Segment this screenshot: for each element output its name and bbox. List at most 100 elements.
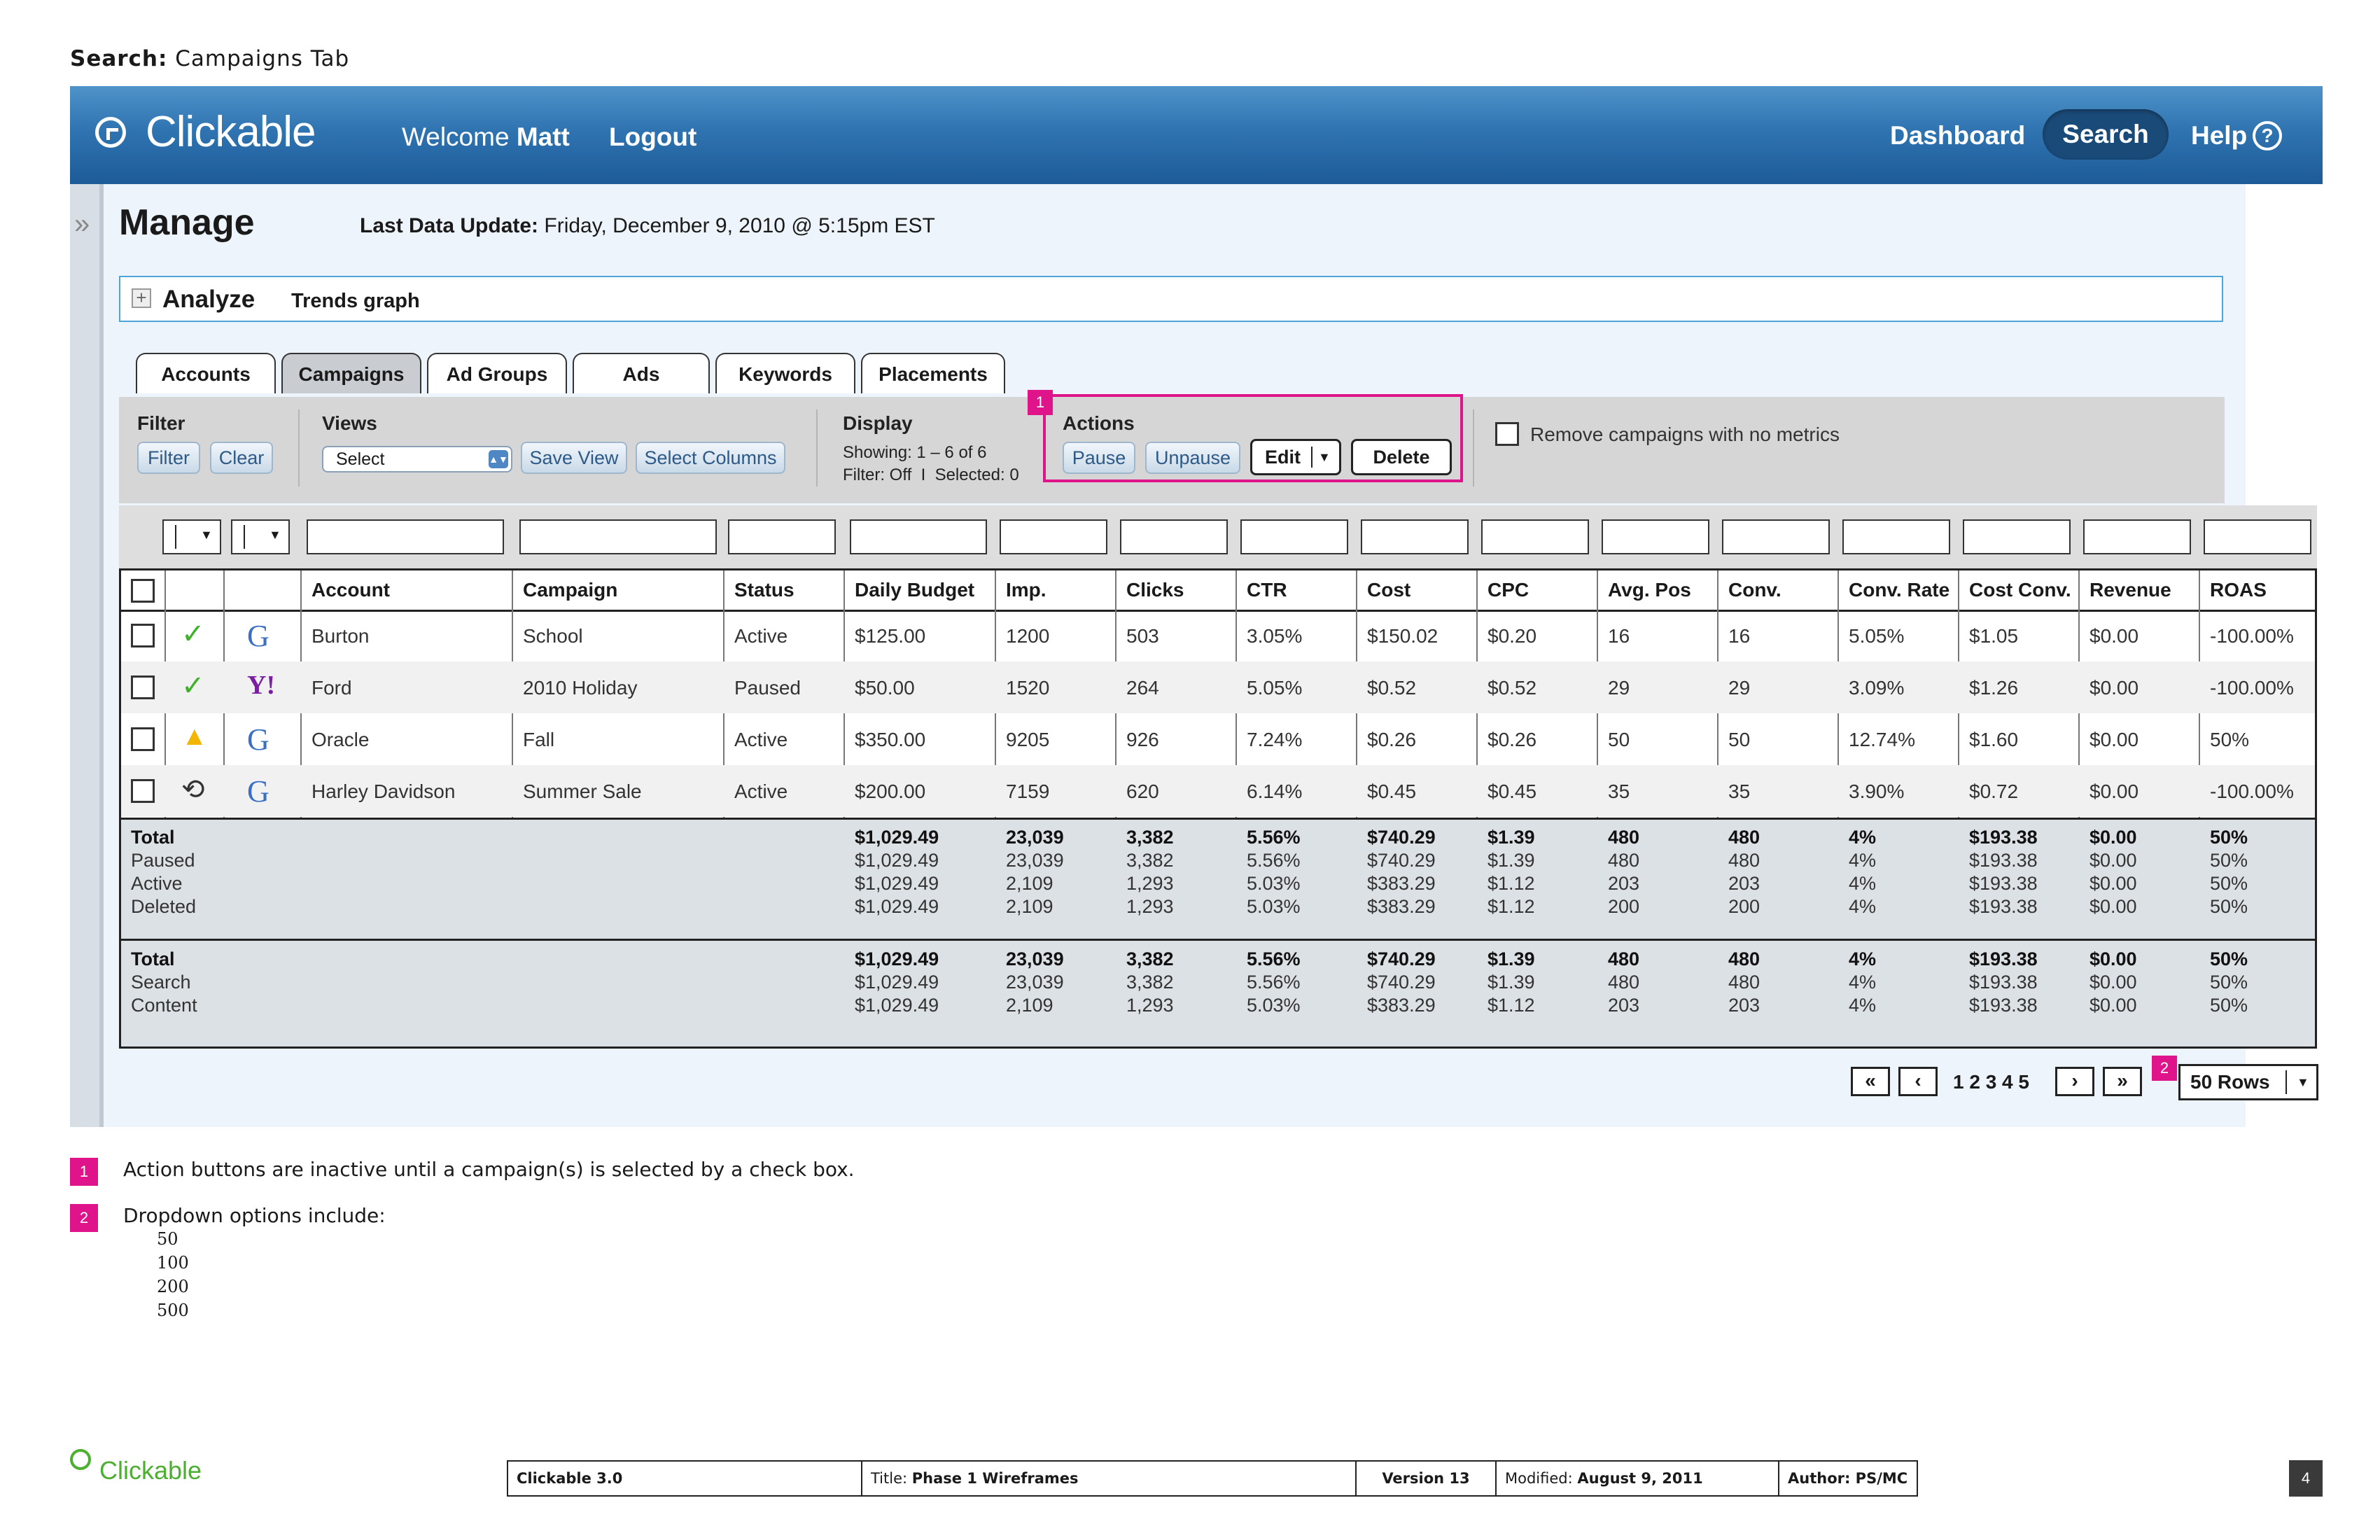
col-imp[interactable]: Imp.: [1006, 579, 1046, 601]
edit-dropdown[interactable]: Edit ▼: [1250, 439, 1341, 475]
account-filter-input[interactable]: [307, 519, 504, 554]
conv-rate-filter-input[interactable]: [1842, 519, 1950, 554]
save-view-button[interactable]: Save View: [521, 442, 627, 474]
delete-button[interactable]: Delete: [1351, 439, 1452, 475]
engine-filter-select[interactable]: ▼: [231, 519, 290, 554]
table-row[interactable]: ⟲ G Harley Davidson Summer Sale Active $200.0…: [121, 765, 2315, 817]
nav-help[interactable]: Help: [2191, 121, 2247, 150]
col-roas[interactable]: ROAS: [2210, 579, 2267, 601]
tab-campaigns[interactable]: Campaigns: [281, 353, 421, 393]
summary-cell: 203: [1728, 995, 1760, 1016]
clicks-filter-input[interactable]: [1120, 519, 1228, 554]
next-page-button[interactable]: ›: [2055, 1067, 2094, 1096]
col-status[interactable]: Status: [734, 579, 794, 601]
table-cell: 264: [1126, 677, 1159, 699]
status-filter-select[interactable]: ▼: [162, 519, 221, 554]
last-page-button[interactable]: »: [2103, 1067, 2142, 1096]
table-cell: -100.00%: [2210, 677, 2294, 699]
page-numbers[interactable]: 1 2 3 4 5: [1953, 1071, 2029, 1093]
col-clicks[interactable]: Clicks: [1126, 579, 1184, 601]
expand-sidebar-icon[interactable]: »: [74, 209, 90, 240]
conv-filter-input[interactable]: [1722, 519, 1830, 554]
col-cost-conv[interactable]: Cost Conv.: [1969, 579, 2071, 601]
revenue-filter-input[interactable]: [2083, 519, 2191, 554]
yahoo-icon: Y!: [247, 671, 276, 700]
row-checkbox[interactable]: [131, 624, 155, 648]
col-account[interactable]: Account: [312, 579, 390, 601]
app-logo[interactable]: Clickable: [146, 107, 316, 157]
pause-button[interactable]: Pause: [1063, 442, 1135, 474]
tab-keywords[interactable]: Keywords: [715, 353, 855, 393]
daily-budget-filter-input[interactable]: [850, 519, 987, 554]
table-row[interactable]: ✓ G Burton School Active $125.00 1200 503 3.05% $…: [121, 610, 2315, 662]
cost-filter-input[interactable]: [1361, 519, 1469, 554]
analyze-panel[interactable]: + Analyze Trends graph: [119, 276, 2223, 322]
table-cell: $1.05: [1969, 625, 2019, 647]
logout-link[interactable]: Logout: [609, 122, 696, 152]
table-cell[interactable]: Ford: [312, 677, 352, 699]
summary-cell: $740.29: [1367, 850, 1436, 871]
cost-conv-filter-input[interactable]: [1963, 519, 2071, 554]
table-cell[interactable]: Oracle: [312, 729, 369, 751]
col-ctr[interactable]: CTR: [1247, 579, 1287, 601]
clear-button[interactable]: Clear: [210, 442, 273, 474]
prev-page-button[interactable]: ‹: [1898, 1067, 1938, 1096]
display-label: Display: [843, 412, 913, 434]
nav-dashboard[interactable]: Dashboard: [1890, 121, 2025, 150]
summary-cell: 50%: [2210, 995, 2248, 1016]
rows-per-page-select[interactable]: 50 Rows ▼: [2178, 1064, 2318, 1100]
tab-accounts[interactable]: Accounts: [136, 353, 276, 393]
tab-ad-groups[interactable]: Ad Groups: [427, 353, 567, 393]
table-cell: 3.09%: [1849, 677, 1905, 699]
nav-search[interactable]: Search: [2043, 109, 2169, 160]
footer-author: Author: PS/MC: [1788, 1470, 1908, 1487]
select-all-checkbox[interactable]: [131, 579, 155, 603]
page-heading: Search: Campaigns Tab: [70, 46, 350, 71]
filter-button[interactable]: Filter: [137, 442, 200, 474]
col-daily-budget[interactable]: Daily Budget: [855, 579, 974, 601]
col-conv[interactable]: Conv.: [1728, 579, 1782, 601]
col-campaign[interactable]: Campaign: [523, 579, 617, 601]
table-cell[interactable]: School: [523, 625, 583, 648]
row-checkbox[interactable]: [131, 779, 155, 803]
table-row[interactable]: ▲ G Oracle Fall Active $350.00 9205 926 7.24% $0.…: [121, 713, 2315, 765]
col-cost[interactable]: Cost: [1367, 579, 1410, 601]
col-avg-pos[interactable]: Avg. Pos: [1608, 579, 1691, 601]
row-checkbox[interactable]: [131, 676, 155, 699]
expand-plus-icon[interactable]: +: [132, 288, 151, 308]
col-revenue[interactable]: Revenue: [2090, 579, 2171, 601]
table-cell[interactable]: 2010 Holiday: [523, 677, 637, 699]
table-cell[interactable]: Fall: [523, 729, 554, 751]
avg-pos-filter-input[interactable]: [1602, 519, 1709, 554]
imp-filter-input[interactable]: [1000, 519, 1107, 554]
help-icon[interactable]: ?: [2253, 121, 2282, 150]
select-columns-button[interactable]: Select Columns: [636, 442, 785, 474]
table-cell[interactable]: Harley Davidson: [312, 780, 455, 803]
summary-label: Paused: [131, 850, 195, 871]
table-cell: $1.60: [1969, 729, 2019, 750]
first-page-button[interactable]: «: [1851, 1067, 1890, 1096]
table-row[interactable]: ✓ Y! Ford 2010 Holiday Paused $50.00 1520 264 5.…: [121, 662, 2315, 713]
summary-cell: 23,039: [1006, 972, 1064, 993]
summary-cell: $1,029.49: [855, 850, 939, 871]
roas-filter-input[interactable]: [2204, 519, 2311, 554]
col-conv-rate[interactable]: Conv. Rate: [1849, 579, 1949, 601]
views-select[interactable]: Select ▲▼: [322, 446, 512, 472]
summary-cell: 3,382: [1126, 948, 1174, 969]
col-cpc[interactable]: CPC: [1488, 579, 1529, 601]
status-filter-input[interactable]: [728, 519, 836, 554]
campaign-filter-input[interactable]: [519, 519, 717, 554]
summary-cell: 203: [1608, 995, 1640, 1016]
table-cell[interactable]: Summer Sale: [523, 780, 642, 803]
trends-graph-link[interactable]: Trends graph: [291, 290, 420, 313]
unpause-button[interactable]: Unpause: [1145, 442, 1240, 474]
tab-placements[interactable]: Placements: [861, 353, 1005, 393]
summary-cell: 5.56%: [1247, 827, 1301, 848]
summary-cell: 23,039: [1006, 850, 1064, 871]
tab-ads[interactable]: Ads: [573, 353, 710, 393]
remove-no-metrics-checkbox[interactable]: [1495, 422, 1519, 446]
table-cell[interactable]: Burton: [312, 625, 370, 648]
cpc-filter-input[interactable]: [1481, 519, 1589, 554]
row-checkbox[interactable]: [131, 727, 155, 751]
ctr-filter-input[interactable]: [1240, 519, 1348, 554]
